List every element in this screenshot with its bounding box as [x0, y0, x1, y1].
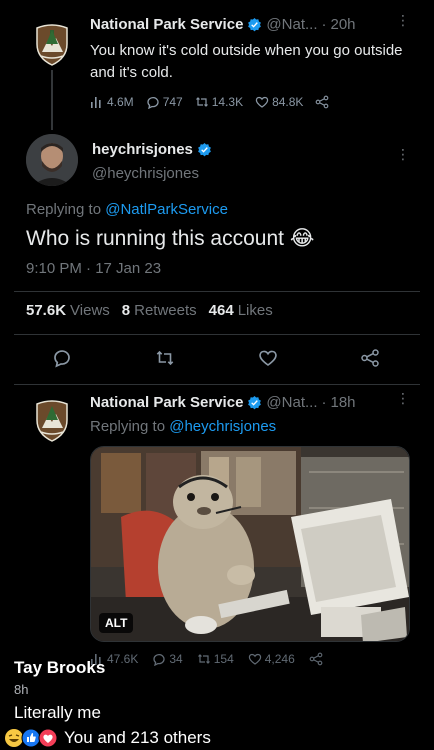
heart-icon [248, 653, 261, 665]
tweet1-header: National Park Service @Nat... · 20h [90, 16, 420, 33]
alt-badge[interactable]: ALT [99, 613, 134, 633]
nps-arrowhead-logo [36, 400, 68, 442]
nps-avatar[interactable] [34, 22, 70, 71]
tweet3-actions: 47.6K 34 154 4,246 [90, 652, 390, 666]
tweet3-separator: · [321, 394, 327, 411]
views-count: 4.6M [107, 95, 134, 109]
verified-badge-icon [198, 142, 211, 157]
divider [14, 291, 420, 292]
views-label: Views [70, 302, 110, 319]
nps-arrowhead-logo [36, 24, 68, 66]
likes-label[interactable]: Likes [238, 302, 273, 319]
replying-handle-link[interactable]: @NatlParkService [105, 201, 228, 218]
tweet2-engagement-counts: 57.6K Views 8 Retweets 464 Likes [26, 302, 273, 319]
like-stat[interactable]: 4,246 [248, 652, 295, 666]
retweet-stat[interactable]: 14.3K [195, 95, 243, 109]
tweet2-text-body: Who is running this account [26, 227, 284, 250]
retweet-stat[interactable]: 154 [197, 652, 234, 666]
replying-prefix: Replying to [90, 418, 170, 435]
reply-count: 747 [162, 95, 183, 109]
tweet3-header: National Park Service @Nat... · 18h [90, 394, 420, 411]
tweet3-author-name[interactable]: National Park Service [90, 394, 243, 411]
laughing-emoji: 😂 [289, 226, 315, 250]
heychrisjones-avatar[interactable] [26, 134, 78, 186]
reply-bubble-icon [153, 653, 165, 666]
more-options-icon[interactable]: ⋮ [396, 391, 410, 405]
thread-line [51, 70, 53, 130]
like-count: 84.8K [272, 95, 304, 109]
tweet1-author-name[interactable]: National Park Service [90, 16, 243, 33]
divider [14, 334, 420, 335]
verified-badge-icon [248, 395, 262, 410]
fb-reaction-summary: You and 213 others [64, 728, 211, 747]
views-count: 47.6K [107, 652, 139, 666]
reply-count: 34 [169, 652, 183, 666]
likes-count[interactable]: 464 [209, 302, 234, 319]
replying-prefix: Replying to [26, 201, 106, 218]
more-options-icon[interactable]: ⋮ [396, 13, 410, 27]
share-icon [316, 95, 329, 109]
views-bars-icon [91, 97, 101, 108]
replying-handle-link[interactable]: @heychrisjones [169, 418, 276, 435]
retweet-count: 14.3K [211, 95, 244, 109]
tweet1-separator: · [321, 16, 327, 33]
fb-author-name[interactable]: Tay Brooks [14, 658, 105, 678]
tweet2-action-bar [0, 346, 434, 372]
reply-bubble-icon [147, 96, 159, 109]
like-count: 4,246 [264, 652, 295, 666]
tweet2-timestamp[interactable]: 9:10 PM · 17 Jan 23 [26, 260, 161, 277]
tweet3-handle[interactable]: @Nat... [266, 394, 317, 411]
reply-stat[interactable]: 34 [152, 652, 183, 666]
tweet3-time[interactable]: 18h [331, 394, 356, 411]
reply-icon[interactable] [52, 348, 72, 368]
tweet1-text: You know it's cold outside when you go o… [90, 42, 403, 81]
profile-photo [26, 134, 78, 186]
tweet3-replying-to: Replying to @heychrisjones [90, 418, 276, 435]
retweets-count[interactable]: 8 [122, 302, 130, 319]
retweet-icon [197, 654, 210, 664]
nps-avatar[interactable] [34, 398, 70, 447]
views-stat[interactable]: 4.6M [90, 95, 134, 109]
tweet2-handle[interactable]: @heychrisjones [92, 165, 199, 182]
tweet1-actions: 4.6M 747 14.3K 84.8K [90, 95, 390, 109]
fb-caption: Literally me [14, 703, 101, 722]
retweet-icon [195, 97, 208, 107]
tweet2-text: Who is running this account 😂 [26, 224, 314, 253]
tweet2-replying-to: Replying to @NatlParkService [26, 201, 228, 218]
like-stat[interactable]: 84.8K [255, 95, 303, 109]
tweet1-time[interactable]: 20h [331, 16, 356, 33]
fb-reactions[interactable]: You and 213 others [4, 728, 211, 748]
verified-badge-icon [248, 17, 262, 32]
retweet-icon[interactable] [155, 348, 175, 368]
share-stat[interactable] [309, 652, 323, 666]
retweets-label[interactable]: Retweets [134, 302, 197, 319]
views-count: 57.6K [26, 302, 67, 319]
tweet3-photo[interactable]: ALT [90, 446, 410, 642]
more-options-icon[interactable]: ⋮ [396, 146, 410, 163]
share-stat[interactable] [315, 95, 329, 109]
fb-post-time[interactable]: 8h [14, 682, 28, 697]
tweet2-author-name[interactable]: heychrisjones [92, 141, 193, 158]
tweet2-header: heychrisjones [92, 141, 212, 158]
divider [14, 384, 420, 385]
share-icon [309, 652, 323, 666]
love-reaction-icon [38, 728, 58, 748]
heart-icon [255, 96, 269, 108]
marmot-at-computer-image [91, 447, 409, 641]
retweet-count: 154 [213, 652, 234, 666]
reply-stat[interactable]: 747 [146, 95, 183, 109]
share-icon[interactable] [360, 348, 380, 368]
heart-icon[interactable] [258, 348, 278, 368]
tweet1-handle[interactable]: @Nat... [266, 16, 317, 33]
